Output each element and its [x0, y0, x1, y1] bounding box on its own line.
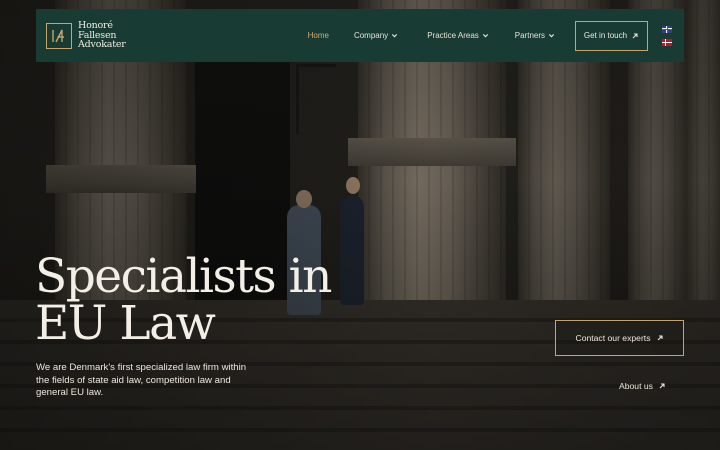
hero-title-line: EU Law	[35, 296, 216, 351]
logo-mark-icon	[46, 22, 72, 49]
english-flag-icon[interactable]	[662, 25, 672, 33]
get-in-touch-label: Get in touch	[583, 31, 628, 40]
hero-description: We are Denmark's first specialized law f…	[36, 362, 247, 398]
nav-company-dropdown[interactable]: Company	[354, 31, 398, 40]
about-us-link[interactable]: About us	[619, 381, 666, 391]
hero-title: Specialists in EU Law	[35, 253, 375, 347]
contact-experts-button[interactable]: Contact our experts	[555, 320, 684, 356]
logo-line: Advokater	[78, 39, 126, 51]
language-switcher	[662, 25, 672, 46]
nav-practice-areas-label: Practice Areas	[427, 31, 479, 40]
nav-partners-dropdown[interactable]: Partners	[515, 31, 555, 40]
nav-company-label: Company	[353, 31, 389, 40]
logo[interactable]: Honoré Fallesen Advokater	[46, 21, 126, 50]
nav-practice-areas-dropdown[interactable]: Practice Areas	[427, 31, 489, 40]
top-navbar: Honoré Fallesen Advokater Home Company P…	[36, 9, 684, 62]
nav-partners-label: Partners	[514, 31, 545, 40]
nav-links: Home Company Practice Areas Partners Get…	[308, 20, 648, 51]
get-in-touch-button[interactable]: Get in touch	[575, 20, 648, 51]
nav-home-link[interactable]: Home	[308, 31, 329, 40]
chevron-down-icon	[392, 34, 398, 38]
chevron-down-icon	[482, 34, 488, 38]
arrow-up-right-icon	[657, 335, 663, 341]
contact-experts-label: Contact our experts	[575, 333, 651, 343]
arrow-up-right-icon	[632, 32, 638, 38]
logo-wordmark: Honoré Fallesen Advokater	[78, 21, 126, 50]
chevron-down-icon	[548, 34, 555, 38]
danish-flag-icon[interactable]	[662, 38, 672, 46]
about-us-label: About us	[619, 381, 653, 391]
arrow-up-right-icon	[659, 383, 665, 389]
